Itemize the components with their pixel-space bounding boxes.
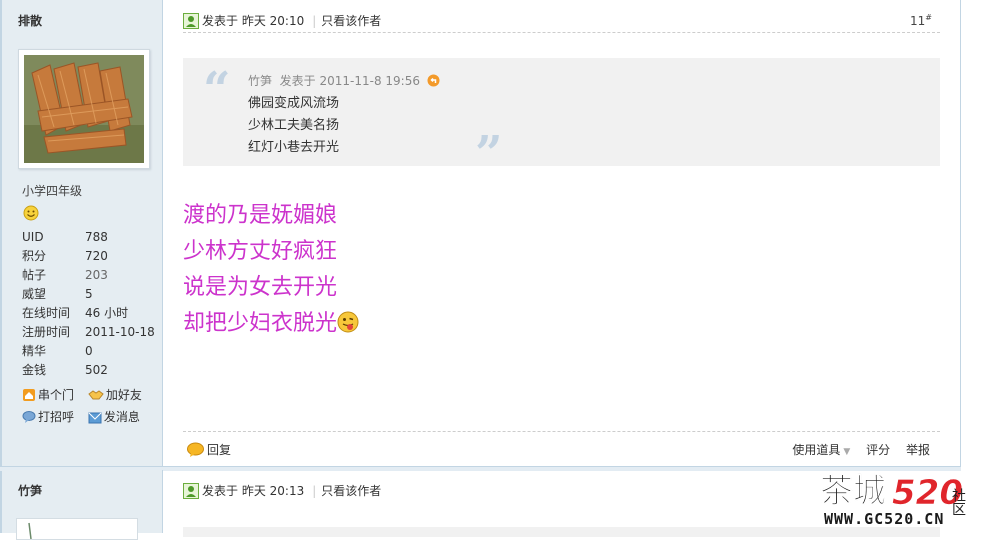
stat-register-date: 注册时间 2011-10-18 bbox=[22, 325, 155, 339]
author-sidebar: 竹笋 bbox=[2, 470, 163, 540]
avatar[interactable] bbox=[16, 518, 138, 540]
svg-text:社区: 社区 bbox=[950, 488, 966, 516]
chat-bubble-icon bbox=[22, 411, 36, 423]
open-quote-icon: “ bbox=[203, 62, 231, 118]
user-rank[interactable]: 小学四年级 bbox=[22, 182, 82, 199]
post-floor-11: 排散 小学四年级 UID 788 积分 720 帖子 203 威望 5 在线时间… bbox=[0, 0, 961, 468]
quote-line: 佛园变成风流场 bbox=[248, 96, 340, 111]
post-time: 发表于 昨天 20:13 bbox=[202, 484, 305, 498]
envelope-icon bbox=[88, 412, 102, 424]
stat-digest: 精华 0 bbox=[22, 344, 93, 358]
floor-number[interactable]: 11# bbox=[910, 13, 932, 28]
body-line: 说是为女去开光 bbox=[183, 275, 338, 300]
user-actions: 串个门 加好友 打招呼 发消息 bbox=[22, 384, 162, 428]
author-name[interactable]: 排散 bbox=[18, 12, 42, 29]
quote-block: “ 竹笋 发表于 2011-11-8 19:56 佛园变成风流场 少林工夫美名扬… bbox=[183, 58, 940, 178]
rank-star-icon bbox=[23, 205, 39, 224]
svg-text:茶城: 茶城 bbox=[820, 471, 886, 510]
avatar-image bbox=[24, 55, 144, 163]
only-author-link[interactable]: 只看该作者 bbox=[321, 484, 381, 498]
post-next: 竹笋 发表于 昨天 20:13 | 只看该作者 bbox=[0, 470, 961, 540]
divider: | bbox=[312, 14, 317, 28]
body-line: 少林方丈好疯狂 bbox=[183, 239, 338, 264]
message-button[interactable]: 发消息 bbox=[88, 406, 150, 428]
divider: | bbox=[312, 484, 317, 498]
stat-prestige: 威望 5 bbox=[22, 287, 93, 301]
stat-posts[interactable]: 帖子 203 bbox=[22, 266, 155, 285]
svg-text:WWW.GC520.CN: WWW.GC520.CN bbox=[824, 510, 944, 528]
user-stats: UID 788 积分 720 帖子 203 威望 5 在线时间 46 小时 注册时间 201… bbox=[22, 228, 155, 380]
body-line-last: 却把少妇衣脱光 bbox=[183, 306, 359, 342]
quote-line: 少林工夫美名扬 bbox=[248, 118, 340, 133]
stat-points: 积分 720 bbox=[22, 249, 108, 263]
quote-line: 红灯小巷去开光 bbox=[248, 140, 340, 155]
quote-author: 竹笋 bbox=[248, 74, 273, 88]
author-name[interactable]: 竹笋 bbox=[18, 482, 42, 499]
visit-button[interactable]: 串个门 bbox=[22, 384, 84, 406]
online-user-icon bbox=[183, 13, 199, 29]
stat-money: 金钱 502 bbox=[22, 363, 108, 377]
site-watermark-logo: 茶城 520 社区 WWW.GC520.CN bbox=[820, 471, 966, 528]
author-sidebar: 排散 小学四年级 UID 788 积分 720 帖子 203 威望 5 在线时间… bbox=[2, 0, 163, 468]
avatar[interactable] bbox=[18, 49, 150, 169]
reply-bubble-icon bbox=[187, 442, 204, 457]
close-quote-icon: ” bbox=[475, 126, 503, 182]
post-tools: 使用道具 ▼ 评分 举报 bbox=[768, 441, 930, 458]
body-line: 渡的乃是妩媚娘 bbox=[183, 203, 338, 228]
post-content: 发表于 昨天 20:10 | 只看该作者 11# “ 竹笋 发表于 2011-11-… bbox=[163, 0, 960, 468]
stat-uid: UID 788 bbox=[22, 230, 108, 244]
stat-online-time: 在线时间 46 小时 bbox=[22, 306, 129, 320]
home-icon bbox=[23, 389, 35, 401]
report-link[interactable]: 举报 bbox=[906, 443, 930, 457]
rate-link[interactable]: 评分 bbox=[866, 443, 890, 457]
reply-button[interactable]: 回复 bbox=[187, 441, 231, 458]
handshake-icon bbox=[88, 390, 104, 400]
post-footer: 回复 使用道具 ▼ 评分 举报 bbox=[183, 431, 940, 462]
post-time: 发表于 昨天 20:10 bbox=[202, 14, 305, 28]
greet-button[interactable]: 打招呼 bbox=[22, 406, 84, 428]
jump-back-icon[interactable] bbox=[427, 74, 440, 87]
quote-time: 发表于 2011-11-8 19:56 bbox=[279, 74, 420, 88]
online-user-icon bbox=[183, 483, 199, 499]
tongue-out-emoji-icon bbox=[337, 311, 359, 333]
post-info-bar: 发表于 昨天 20:10 | 只看该作者 11# bbox=[183, 10, 940, 33]
only-author-link[interactable]: 只看该作者 bbox=[321, 14, 381, 28]
use-tools-menu[interactable]: 使用道具 ▼ bbox=[780, 443, 850, 457]
quote-header: 竹笋 发表于 2011-11-8 19:56 bbox=[248, 72, 440, 89]
add-friend-button[interactable]: 加好友 bbox=[88, 384, 150, 406]
post-body: 渡的乃是妩媚娘 少林方丈好疯狂 说是为女去开光 却把少妇衣脱光 bbox=[183, 198, 359, 342]
dropdown-caret-icon: ▼ bbox=[843, 447, 851, 457]
avatar-image bbox=[28, 522, 32, 540]
